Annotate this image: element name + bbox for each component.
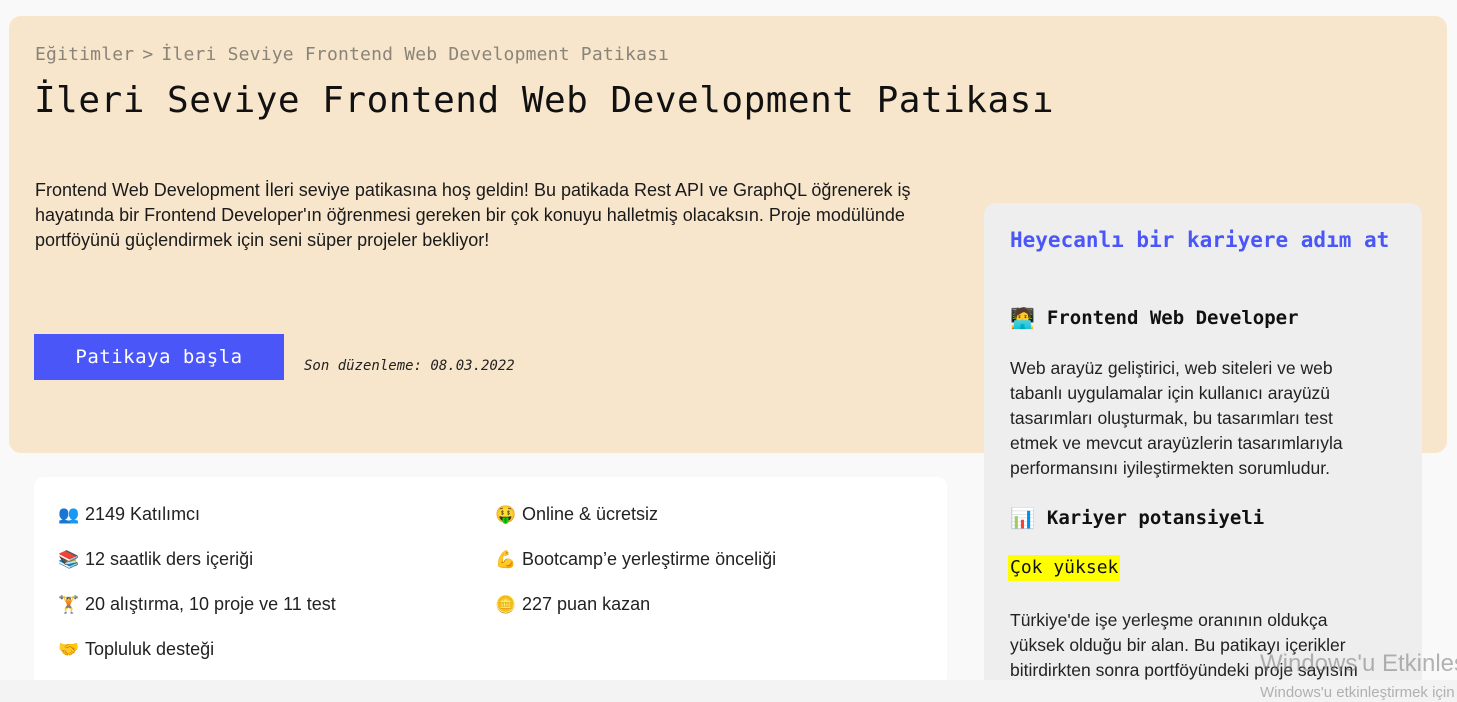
chart-icon: 📊 (1010, 506, 1035, 530)
feature-label: Bootcamp’e yerleştirme önceliği (522, 549, 777, 569)
last-edited-date: Son düzenleme: 08.03.2022 (304, 358, 515, 374)
career-role-heading: 🧑‍💻 Frontend Web Developer (1010, 306, 1299, 330)
feature-label: 227 puan kazan (522, 594, 651, 614)
feature-label: 12 saatlik ders içeriği (85, 549, 254, 569)
feature-participants: 👥 2149 Katılımcı (58, 504, 200, 525)
feature-label: Online & ücretsiz (522, 504, 659, 524)
path-description: Frontend Web Development İleri seviye pa… (35, 180, 911, 250)
technologist-icon: 🧑‍💻 (1010, 306, 1035, 330)
money-face-icon: 🤑 (495, 504, 517, 524)
feature-points: 🪙 227 puan kazan (495, 594, 650, 615)
windows-activation-watermark: Windows'u Etkinleştir (1260, 650, 1457, 677)
dumbbell-icon: 🏋 (58, 594, 80, 614)
feature-label: 20 alıştırma, 10 proje ve 11 test (85, 594, 336, 614)
feature-bootcamp: 💪 Bootcamp’e yerleştirme önceliği (495, 549, 776, 570)
page-title: İleri Seviye Frontend Web Development Pa… (34, 80, 1054, 121)
breadcrumb-separator: > (142, 44, 154, 65)
flexed-biceps-icon: 💪 (495, 549, 517, 569)
career-title: Heyecanlı bir kariyere adım at (1010, 228, 1390, 252)
feature-label: Topluluk desteği (85, 639, 215, 659)
features-card: 👥 2149 Katılımcı 📚 12 saatlik ders içeri… (34, 477, 947, 687)
breadcrumb-current: İleri Seviye Frontend Web Development Pa… (161, 44, 670, 65)
page: Eğitimler > İleri Seviye Frontend Web Deve… (0, 0, 1457, 702)
career-potential-heading: 📊 Kariyer potansiyeli (1010, 506, 1264, 530)
windows-activation-hint: Windows'u etkinleştirmek için Ayarlar'a … (1260, 684, 1457, 701)
breadcrumb: Eğitimler > İleri Seviye Frontend Web Deve… (35, 44, 669, 65)
feature-exercises: 🏋 20 alıştırma, 10 proje ve 11 test (58, 594, 336, 615)
handshake-icon: 🤝 (58, 639, 80, 659)
feature-online-free: 🤑 Online & ücretsiz (495, 504, 658, 525)
career-role: Frontend Web Developer (1046, 307, 1299, 329)
start-path-button[interactable]: Patikaya başla (34, 334, 284, 380)
career-role-description: Web arayüz geliştirici, web siteleri ve … (1010, 358, 1343, 478)
coin-icon: 🪙 (495, 594, 517, 614)
bottom-bar (0, 680, 1457, 702)
feature-label: 2149 Katılımcı (85, 504, 201, 524)
books-icon: 📚 (58, 549, 80, 569)
feature-hours: 📚 12 saatlik ders içeriği (58, 549, 253, 570)
breadcrumb-link-egitimler[interactable]: Eğitimler (35, 44, 134, 65)
feature-community: 🤝 Topluluk desteği (58, 639, 214, 660)
career-potential-level: Çok yüksek (1008, 555, 1121, 581)
people-icon: 👥 (58, 504, 80, 524)
career-potential-title: Kariyer potansiyeli (1046, 507, 1265, 529)
career-card: Heyecanlı bir kariyere adım at 🧑‍💻 Front… (984, 203, 1422, 693)
